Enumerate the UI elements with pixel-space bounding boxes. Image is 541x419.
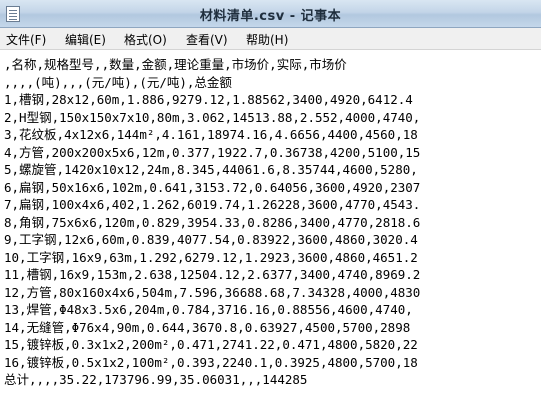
text-line: 11,槽钢,16x9,153m,2.638,12504.12,2.6377,34…: [4, 267, 421, 282]
menu-format[interactable]: 格式(O): [124, 31, 167, 48]
text-line: 10,工字钢,16x9,63m,1.292,6279.12,1.2923,360…: [4, 249, 418, 265]
menu-help[interactable]: 帮助(H): [246, 31, 288, 48]
text-line: 13,焊管,Φ48x3.5x6,204m,0.784,3716.16,0.885…: [4, 302, 413, 317]
text-line: 5,螺旋管,1420x10x12,24m,8.345,44061.6,8.357…: [4, 162, 418, 177]
text-line: 6,扁钢,50x16x6,102m,0.641,3153.72,0.64056,…: [4, 179, 421, 195]
text-line: 7,扁钢,100x4x6,402,1.262,6019.74,1.26228,3…: [4, 197, 421, 212]
menu-edit[interactable]: 编辑(E): [65, 31, 106, 48]
window-title: 材料清单.csv - 记事本: [199, 9, 342, 24]
text-line: 8,角钢,75x6x6,120m,0.829,3954.33,0.8286,34…: [4, 214, 421, 230]
text-line: 12,方管,80x160x4x6,504m,7.596,36688.68,7.3…: [4, 284, 421, 300]
text-line: 14,无缝管,Φ76x4,90m,0.644,3670.8,0.63927,45…: [4, 319, 411, 335]
menu-view[interactable]: 查看(V): [186, 31, 228, 48]
text-line: 4,方管,200x200x5x6,12m,0.377,1922.7,0.3673…: [4, 144, 421, 160]
text-line: 15,镀锌板,0.3x1x2,200m²,0.471,2741.22,0.471…: [4, 337, 418, 352]
text-line: 总计,,,,35.22,173796.99,35.06031,,,144285: [4, 372, 308, 387]
text-line: 2,H型钢,150x150x7x10,80m,3.062,14513.88,2.…: [4, 109, 421, 125]
menu-bar: 文件(F) 编辑(E) 格式(O) 查看(V) 帮助(H): [0, 28, 541, 50]
title-bar: 材料清单.csv - 记事本: [0, 0, 541, 28]
text-line: ,,,,(吨),,,(元/吨),(元/吨),总金额: [4, 74, 232, 90]
text-editor-area[interactable]: ,名称,规格型号,,数量,金额,理论重量,市场价,实际,市场价 ,,,,(吨),…: [0, 50, 541, 419]
text-line: 1,槽钢,28x12,60m,1.886,9279.12,1.88562,340…: [4, 92, 413, 107]
text-line: ,名称,规格型号,,数量,金额,理论重量,市场价,实际,市场价: [4, 57, 347, 72]
text-line: 3,花纹板,4x12x6,144m²,4.161,18974.16,4.6656…: [4, 127, 418, 142]
text-line: 9,工字钢,12x6,60m,0.839,4077.54,0.83922,360…: [4, 232, 418, 247]
menu-file[interactable]: 文件(F): [6, 31, 46, 48]
text-line: 16,镀锌板,0.5x1x2,100m²,0.393,2240.1,0.3925…: [4, 354, 418, 370]
